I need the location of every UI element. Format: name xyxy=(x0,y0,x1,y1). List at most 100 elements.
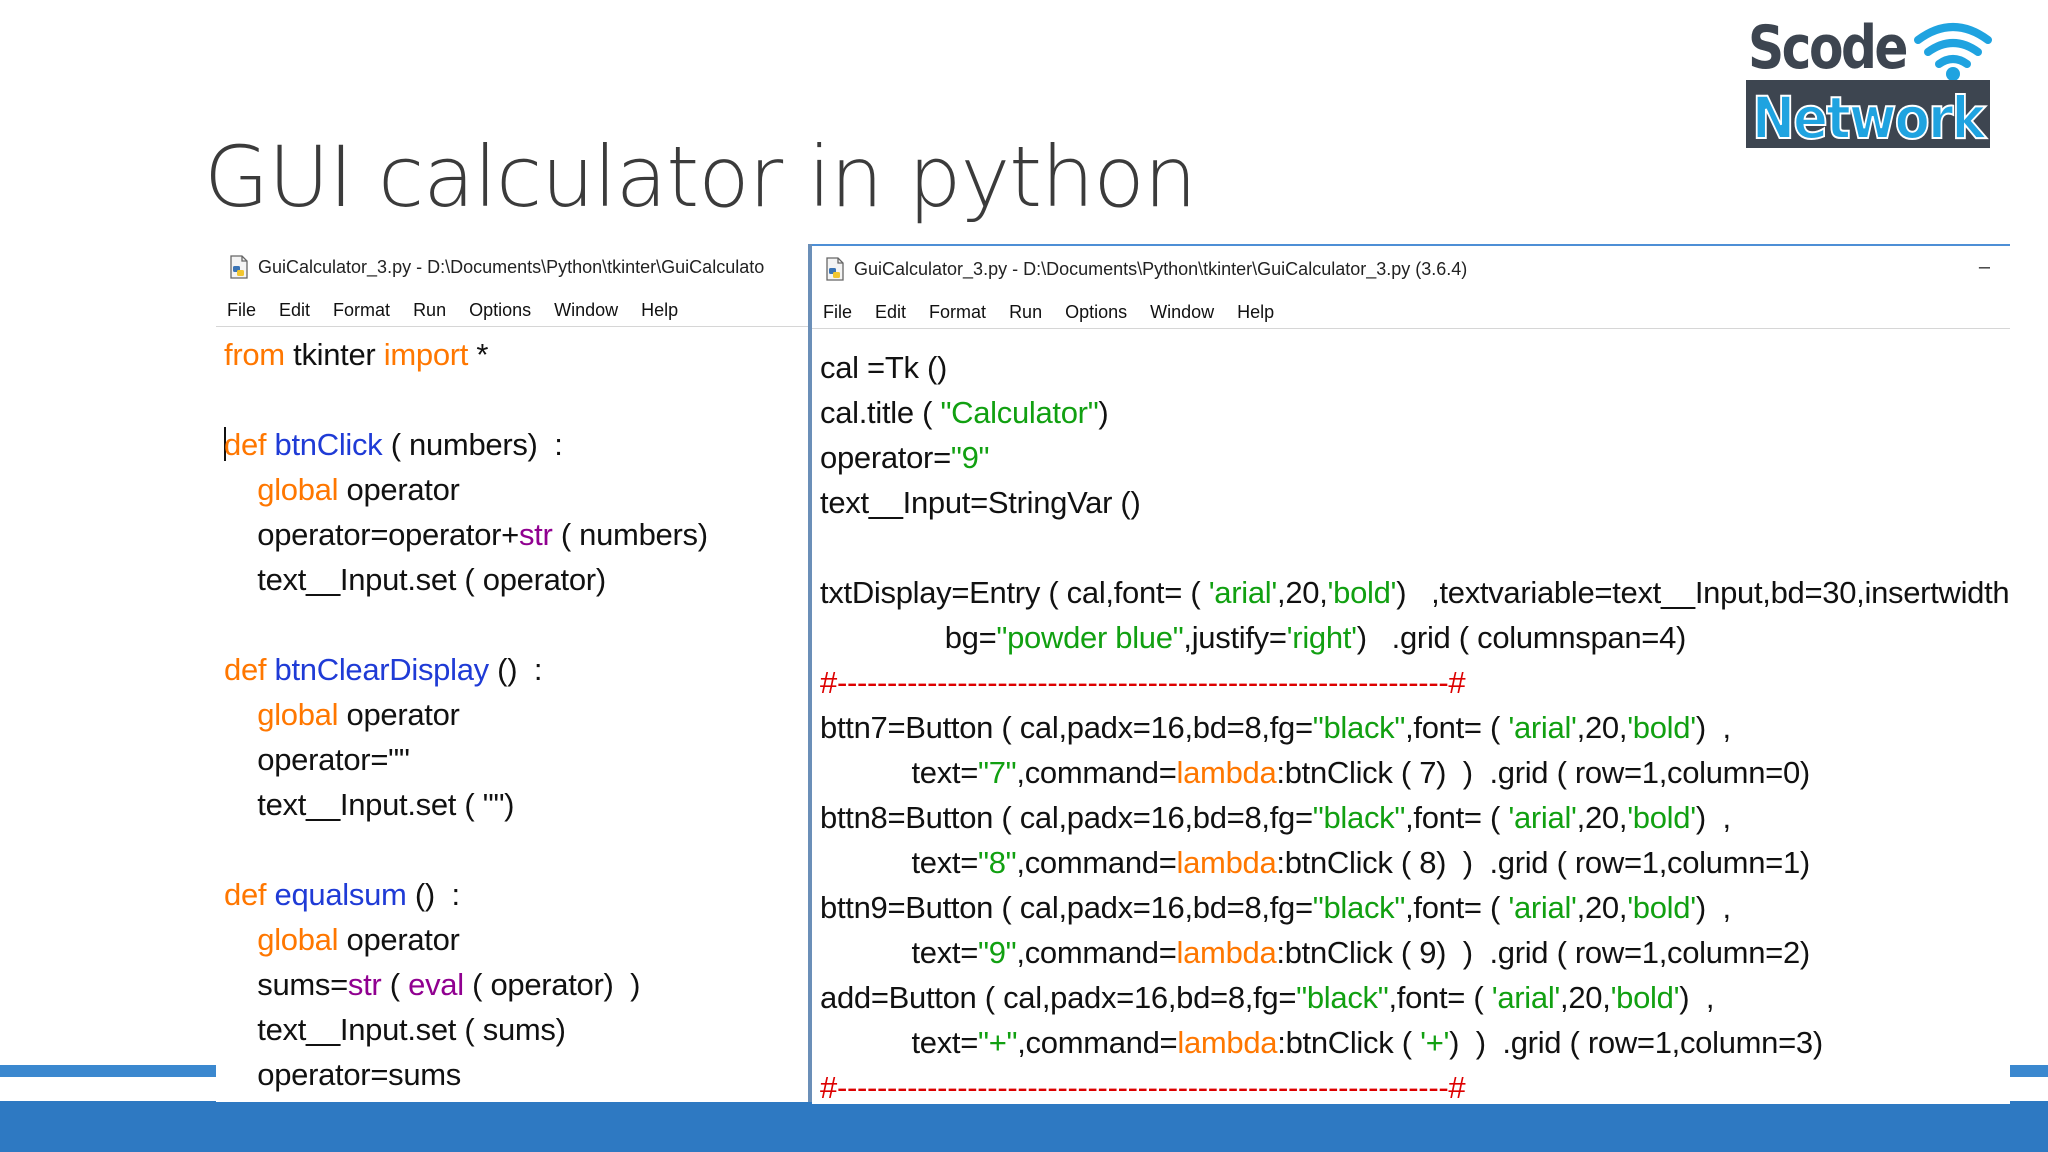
code-token: import xyxy=(383,337,469,372)
code-line[interactable]: #---------------------------------------… xyxy=(812,660,2010,705)
menu-item-file[interactable]: File xyxy=(812,298,864,328)
code-line[interactable]: operator="" xyxy=(216,737,810,782)
code-line[interactable] xyxy=(216,602,810,647)
code-token: bg= xyxy=(820,620,997,655)
code-line[interactable] xyxy=(216,377,810,422)
code-line[interactable]: cal.title ( "Calculator") xyxy=(812,390,2010,435)
code-line[interactable]: txtDisplay=Entry ( cal,font= ( 'arial',2… xyxy=(812,570,2010,615)
code-token: 'bold' xyxy=(1610,980,1680,1015)
code-line[interactable]: text__Input.set ( sums) xyxy=(216,1007,810,1052)
logo-line2: Network xyxy=(1752,84,1987,150)
code-line[interactable]: def btnClearDisplay () : xyxy=(216,647,810,692)
code-token: () : xyxy=(488,652,543,687)
menu-item-edit[interactable]: Edit xyxy=(268,296,322,326)
left-titlebar: GuiCalculator_3.py - D:\Documents\Python… xyxy=(216,252,810,282)
menu-item-options[interactable]: Options xyxy=(1054,298,1139,328)
code-token: ) .grid ( columnspan=4) xyxy=(1356,620,1687,655)
code-token: :btnClick ( 8) ) .grid ( row=1,column=1) xyxy=(1276,845,1810,880)
code-token: ) , xyxy=(1695,800,1731,835)
code-token: "black" xyxy=(1312,890,1406,925)
code-token: ,20, xyxy=(1576,800,1628,835)
code-line[interactable]: bttn8=Button ( cal,padx=16,bd=8,fg="blac… xyxy=(812,795,2010,840)
code-line[interactable]: cal =Tk () xyxy=(812,345,2010,390)
menu-item-window[interactable]: Window xyxy=(1139,298,1226,328)
code-token: "Calculator" xyxy=(940,395,1099,430)
code-token: 'bold' xyxy=(1627,800,1696,835)
code-token: ,20, xyxy=(1576,890,1628,925)
code-token: * xyxy=(468,337,489,372)
code-token: ) ) .grid ( row=1,column=3) xyxy=(1449,1025,1823,1060)
code-token: text= xyxy=(820,935,979,970)
code-token: "+" xyxy=(978,1025,1018,1060)
code-line[interactable]: def equalsum () : xyxy=(216,872,810,917)
code-token: operator xyxy=(338,697,460,732)
code-line[interactable]: global operator xyxy=(216,692,810,737)
decor-band-left xyxy=(0,1065,218,1077)
code-token: "powder blue" xyxy=(996,620,1184,655)
code-token: text= xyxy=(820,845,979,880)
code-line[interactable]: text__Input=StringVar () xyxy=(812,480,2010,525)
python-file-icon xyxy=(826,257,844,281)
code-token: 'right' xyxy=(1286,620,1357,655)
code-token: ) ,textvariable=text__Input,bd=30,insert… xyxy=(1396,575,2010,610)
code-token: bttn8=Button ( cal,padx=16,bd=8,fg= xyxy=(820,800,1313,835)
code-token: :btnClick ( 7) ) .grid ( row=1,column=0) xyxy=(1276,755,1810,790)
code-token: :btnClick ( 9) ) .grid ( row=1,column=2) xyxy=(1276,935,1810,970)
code-line[interactable]: text__Input.set ( operator) xyxy=(216,557,810,602)
code-token: text= xyxy=(820,1025,979,1060)
code-token: global xyxy=(257,697,339,732)
code-token: operator xyxy=(338,472,460,507)
code-token: "black" xyxy=(1296,980,1389,1015)
code-token: 'arial' xyxy=(1508,890,1577,925)
decor-band-right xyxy=(2008,1065,2048,1077)
code-line[interactable]: operator=operator+str ( numbers) xyxy=(216,512,810,557)
menu-item-help[interactable]: Help xyxy=(1226,298,1286,328)
code-line[interactable]: global operator xyxy=(216,467,810,512)
code-line[interactable]: text="8",command=lambda:btnClick ( 8) ) … xyxy=(812,840,2010,885)
code-line[interactable]: text="7",command=lambda:btnClick ( 7) ) … xyxy=(812,750,2010,795)
code-line[interactable]: bttn7=Button ( cal,padx=16,bd=8,fg="blac… xyxy=(812,705,2010,750)
menu-item-edit[interactable]: Edit xyxy=(864,298,918,328)
code-token: "black" xyxy=(1312,800,1406,835)
code-token: 'bold' xyxy=(1627,710,1696,745)
code-line[interactable]: sums=str ( eval ( operator) ) xyxy=(216,962,810,1007)
left-code-area[interactable]: from tkinter import * def btnClick ( num… xyxy=(216,332,810,1097)
right-code-area[interactable]: cal =Tk () cal.title ( "Calculator") opera… xyxy=(812,345,2010,1104)
python-file-icon xyxy=(230,255,248,279)
code-line[interactable]: text__Input.set ( "") xyxy=(216,782,810,827)
minimize-button[interactable]: – xyxy=(1979,256,1990,279)
code-line[interactable]: add=Button ( cal,padx=16,bd=8,fg="black"… xyxy=(812,975,2010,1020)
code-token: add=Button ( cal,padx=16,bd=8,fg= xyxy=(820,980,1297,1015)
code-token: lambda xyxy=(1176,935,1277,970)
code-token: ( xyxy=(381,967,409,1002)
menu-item-format[interactable]: Format xyxy=(322,296,402,326)
code-line[interactable]: def btnClick ( numbers) : xyxy=(216,422,810,467)
code-line[interactable]: bg="powder blue",justify='right') .grid … xyxy=(812,615,2010,660)
code-line[interactable] xyxy=(812,525,2010,570)
code-line[interactable]: operator=sums xyxy=(216,1052,810,1097)
code-token: 'bold' xyxy=(1327,575,1397,610)
code-token: text= xyxy=(820,755,979,790)
code-token: ,20, xyxy=(1560,980,1611,1015)
code-line[interactable]: text="+",command=lambda:btnClick ( '+') … xyxy=(812,1020,2010,1065)
code-token: ,font= ( xyxy=(1388,980,1492,1015)
menu-item-help[interactable]: Help xyxy=(630,296,690,326)
code-token: ,font= ( xyxy=(1405,710,1509,745)
code-line[interactable]: operator="9" xyxy=(812,435,2010,480)
menu-item-run[interactable]: Run xyxy=(998,298,1054,328)
code-token: cal =Tk () xyxy=(820,350,948,385)
code-line[interactable]: #---------------------------------------… xyxy=(812,1065,2010,1104)
code-token: text__Input.set ( sums) xyxy=(224,1012,566,1047)
code-line[interactable]: bttn9=Button ( cal,padx=16,bd=8,fg="blac… xyxy=(812,885,2010,930)
code-line[interactable]: from tkinter import * xyxy=(216,332,810,377)
menu-item-window[interactable]: Window xyxy=(543,296,630,326)
code-token: text__Input=StringVar () xyxy=(820,485,1141,520)
code-line[interactable] xyxy=(216,827,810,872)
code-line[interactable]: text="9",command=lambda:btnClick ( 9) ) … xyxy=(812,930,2010,975)
menu-item-run[interactable]: Run xyxy=(402,296,458,326)
code-line[interactable]: global operator xyxy=(216,917,810,962)
code-token: eval xyxy=(408,967,464,1002)
menu-item-file[interactable]: File xyxy=(216,296,268,326)
menu-item-options[interactable]: Options xyxy=(458,296,543,326)
menu-item-format[interactable]: Format xyxy=(918,298,998,328)
